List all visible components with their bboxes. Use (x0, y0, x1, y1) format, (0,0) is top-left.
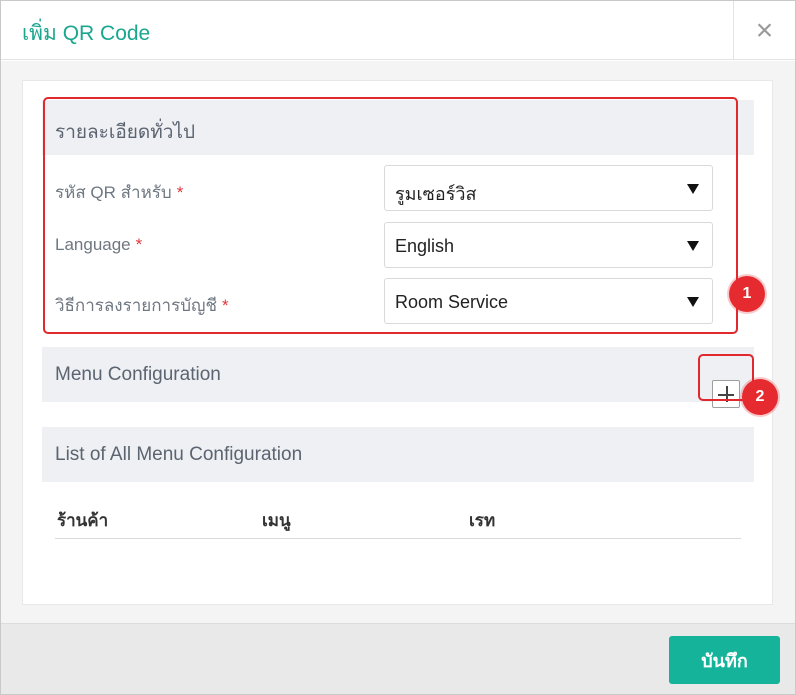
column-header-store: ร้านค้า (57, 511, 109, 530)
save-button[interactable]: บันทึก (669, 636, 780, 684)
annotation-badge-2: 2 (742, 379, 778, 415)
menu-config-list-header: List of All Menu Configuration (42, 427, 754, 482)
menu-config-list-title: List of All Menu Configuration (55, 444, 303, 465)
add-qr-code-modal: เพิ่ม QR Code × รายละเอียดทั่วไป รหัส QR… (0, 0, 796, 695)
annotation-badge-1: 1 (729, 276, 765, 312)
table-header-divider (55, 538, 741, 539)
close-icon: × (755, 13, 774, 47)
close-button[interactable]: × (733, 1, 795, 60)
menu-config-title: Menu Configuration (55, 364, 221, 385)
menu-config-header: Menu Configuration (42, 347, 754, 402)
modal-title: เพิ่ม QR Code (22, 22, 151, 45)
highlight-box-general (43, 97, 738, 334)
modal-footer: บันทึก (1, 623, 795, 694)
modal-header: เพิ่ม QR Code × (1, 1, 795, 60)
column-header-menu: เมนู (262, 511, 291, 530)
column-header-rate: เรท (469, 511, 496, 530)
